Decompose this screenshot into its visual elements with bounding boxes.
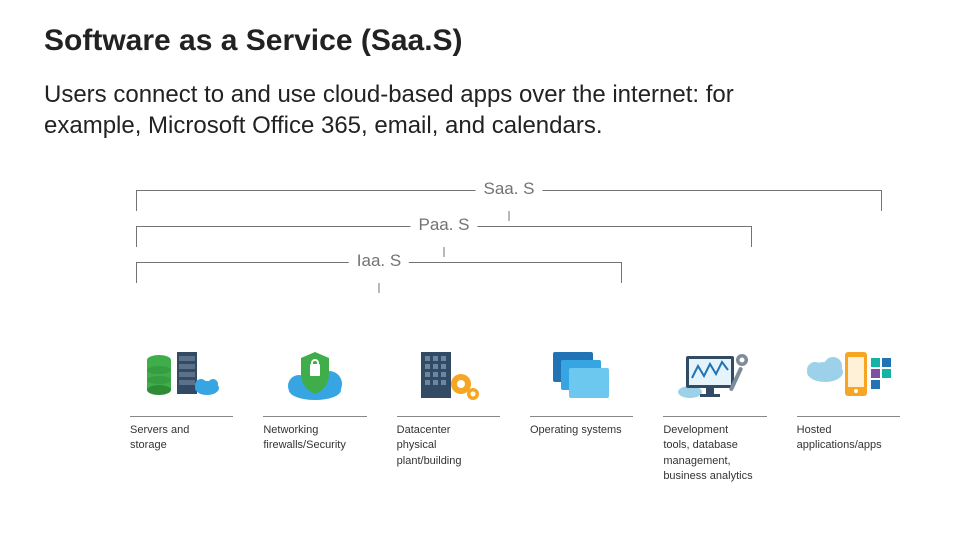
- devtools-icon: [670, 340, 760, 404]
- operating-systems-icon: [537, 340, 627, 404]
- columns: Servers and storage Networking firewa: [130, 340, 900, 485]
- datacenter-icon: [403, 340, 493, 404]
- col-label: Hosted applications/apps: [797, 423, 900, 454]
- col-label: Servers and storage: [130, 423, 233, 454]
- slide-title: Software as a Service (Saa.S): [44, 24, 916, 58]
- col-label: Operating systems: [530, 423, 633, 438]
- bracket-iaas-label: Iaa. S: [349, 251, 409, 271]
- hosted-apps-icon: [803, 340, 893, 404]
- col-label: Development tools, database management, …: [663, 423, 766, 485]
- slide: Software as a Service (Saa.S) Users conn…: [0, 0, 960, 540]
- bracket-iaas: Iaa. S: [136, 262, 622, 283]
- col-label: Datacenter physical plant/building: [397, 423, 500, 469]
- col-networking: Networking firewalls/Security: [263, 340, 366, 485]
- bracket-saas: Saa. S: [136, 190, 882, 211]
- slide-description: Users connect to and use cloud-based app…: [44, 80, 784, 141]
- col-label: Networking firewalls/Security: [263, 423, 366, 454]
- col-os: Operating systems: [530, 340, 633, 485]
- bracket-saas-label: Saa. S: [475, 179, 542, 199]
- network-firewall-icon: [270, 340, 360, 404]
- bracket-paas-label: Paa. S: [410, 215, 477, 235]
- servers-storage-icon: [137, 340, 227, 404]
- bracket-paas: Paa. S: [136, 226, 752, 247]
- col-servers-storage: Servers and storage: [130, 340, 233, 485]
- cloud-service-diagram: Saa. S Paa. S Iaa. S: [130, 190, 900, 500]
- col-hosted-apps: Hosted applications/apps: [797, 340, 900, 485]
- col-datacenter: Datacenter physical plant/building: [397, 340, 500, 485]
- col-devtools: Development tools, database management, …: [663, 340, 766, 485]
